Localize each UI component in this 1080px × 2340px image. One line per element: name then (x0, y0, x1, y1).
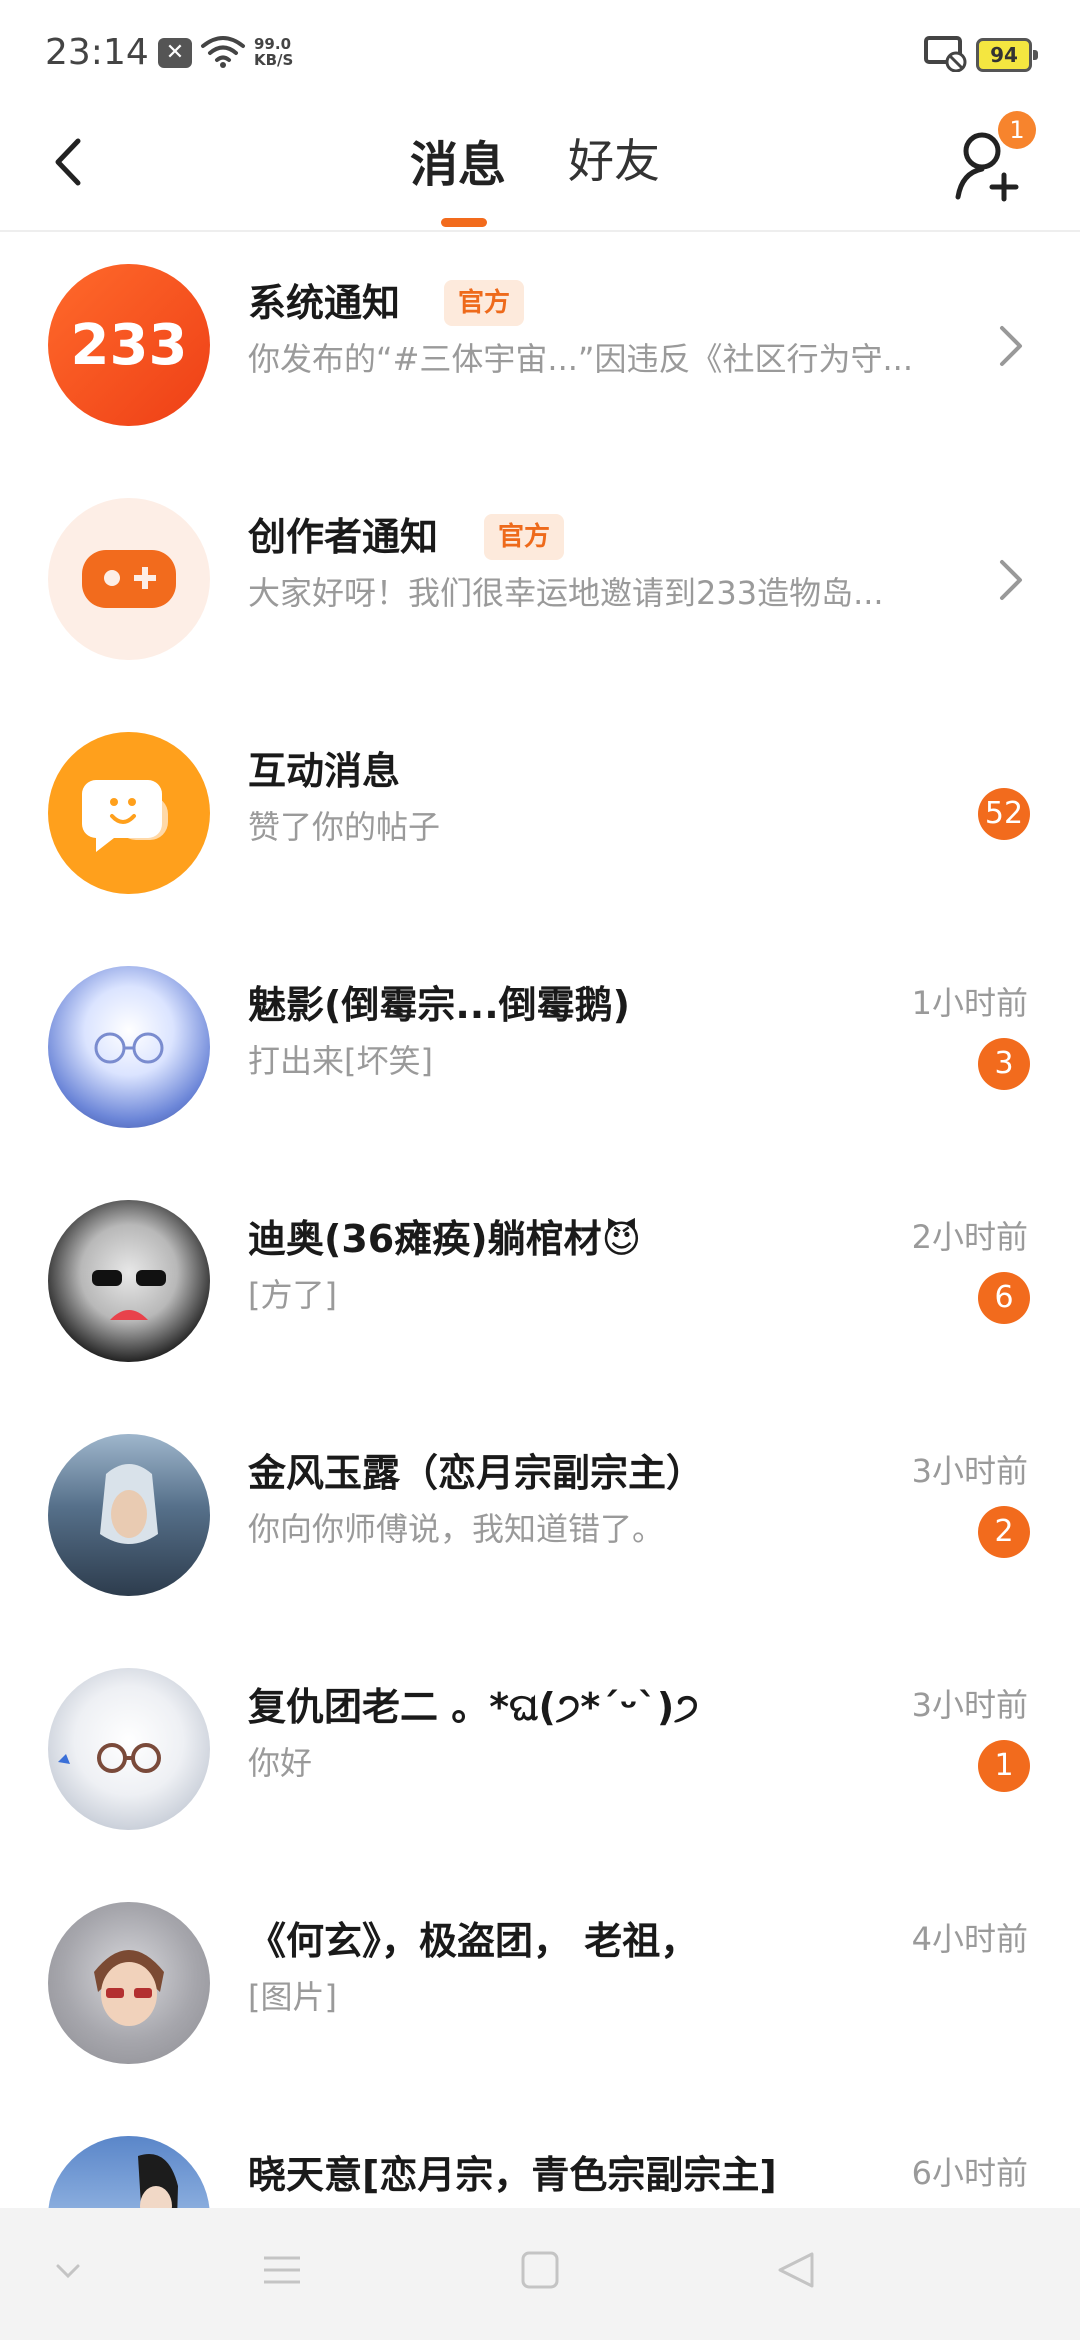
active-tab-indicator (441, 218, 487, 227)
official-badge: 官方 (484, 514, 565, 560)
conversation-title: 《何玄》，极盗团， 老祖， (248, 1919, 699, 1963)
unread-count-badge: 3 (978, 1038, 1030, 1090)
back-arrow-icon[interactable] (40, 127, 100, 197)
conversation-time: 6小时前 (911, 2154, 1028, 2192)
official-badge: 官方 (444, 280, 525, 326)
unread-count-badge: 2 (978, 1506, 1030, 1558)
conversation-title: 晓天意[恋月宗，青色宗副宗主] (248, 2153, 777, 2197)
conversation-title: 互动消息 (248, 749, 401, 793)
conversation-row-interactions[interactable]: 互动消息 赞了你的帖子 52 (0, 698, 1080, 932)
chevron-down-icon[interactable] (50, 2250, 86, 2290)
avatar[interactable] (48, 966, 210, 1128)
conversation-preview: 赞了你的帖子 (248, 808, 441, 846)
conversation-title: 魅影(倒霉宗...倒霉鹅) (248, 983, 631, 1027)
conversation-row[interactable]: 金风玉露（恋月宗副宗主） 你向你师傅说，我知道错了。 3小时前 2 (0, 1400, 1080, 1634)
gamepad-icon (48, 498, 210, 660)
conversation-row[interactable]: 《何玄》，极盗团， 老祖， [图片] 4小时前 (0, 1868, 1080, 2102)
conversation-preview: 打出来[坏笑] (248, 1042, 433, 1080)
tab-messages[interactable]: 消息 (410, 125, 506, 195)
conversation-title: 系统通知 (248, 281, 401, 325)
back-triangle-icon[interactable] (776, 2250, 816, 2290)
conversation-title: 迪奥(36瘫痪)躺棺材😈 (248, 1217, 642, 1261)
menu-icon[interactable] (262, 2250, 302, 2290)
status-time: 23:14 (45, 32, 149, 73)
net-speed: 99.0 KB/S (254, 36, 293, 68)
conversation-title: 复仇团老二 。*ଘ(੭*ˊᵕˋ)੭ (248, 1685, 699, 1729)
chevron-right-icon (1000, 560, 1022, 600)
battery-level: 94 (976, 38, 1038, 72)
conversation-preview: [图片] (248, 1978, 337, 2016)
system-nav-bar (0, 2208, 1080, 2340)
svg-text:233: 233 (71, 313, 188, 378)
conversation-preview: [方了] (248, 1276, 337, 1314)
conversation-row-system-notice[interactable]: 233 系统通知 官方 你发布的“#三体宇宙...”因违反《社区行为守... (0, 230, 1080, 464)
net-speed-unit: KB/S (254, 51, 294, 69)
conversation-row[interactable]: 魅影(倒霉宗...倒霉鹅) 打出来[坏笑] 1小时前 3 (0, 932, 1080, 1166)
unread-count-badge: 1 (978, 1740, 1030, 1792)
avatar[interactable] (48, 1200, 210, 1362)
conversation-time: 2小时前 (911, 1218, 1028, 1256)
conversation-time: 4小时前 (911, 1920, 1028, 1958)
conversation-title: 金风玉露（恋月宗副宗主） (248, 1451, 705, 1495)
add-friend-count-badge: 1 (998, 111, 1036, 149)
conversation-time: 3小时前 (911, 1452, 1028, 1490)
conversation-row[interactable]: 迪奥(36瘫痪)躺棺材😈 [方了] 2小时前 6 (0, 1166, 1080, 1400)
unread-count-badge: 6 (978, 1272, 1030, 1324)
conversation-time: 1小时前 (911, 984, 1028, 1022)
wifi-icon (201, 36, 245, 68)
unread-count-badge: 52 (978, 788, 1030, 840)
home-square-icon[interactable] (520, 2250, 560, 2290)
screen-cast-off-icon (924, 36, 967, 72)
conversation-row-creator-notice[interactable]: 创作者通知 官方 大家好呀！我们很幸运地邀请到233造物岛... (0, 464, 1080, 698)
avatar[interactable] (48, 1902, 210, 2064)
conversation-preview: 大家好呀！我们很幸运地邀请到233造物岛... (248, 574, 884, 612)
tab-friends[interactable]: 好友 (568, 125, 660, 191)
conversation-time: 3小时前 (911, 1686, 1028, 1724)
status-bar: 23:14 ✕ 99.0 KB/S 94 (0, 0, 1080, 105)
avatar[interactable] (48, 1434, 210, 1596)
chat-bubble-icon (48, 732, 210, 894)
header: 消息 好友 1 (0, 105, 1080, 232)
notification-x-icon: ✕ (158, 38, 192, 68)
conversation-preview: 你好 (248, 1744, 313, 1782)
233-logo-icon: 233 (48, 264, 210, 426)
conversation-row[interactable]: 复仇团老二 。*ଘ(੭*ˊᵕˋ)੭ 你好 3小时前 1 (0, 1634, 1080, 1868)
conversation-preview: 你发布的“#三体宇宙...”因违反《社区行为守... (248, 340, 914, 378)
conversation-preview: 你向你师傅说，我知道错了。 (248, 1510, 665, 1548)
chevron-right-icon (1000, 326, 1022, 366)
conversation-title: 创作者通知 (248, 515, 439, 559)
avatar[interactable] (48, 1668, 210, 1830)
